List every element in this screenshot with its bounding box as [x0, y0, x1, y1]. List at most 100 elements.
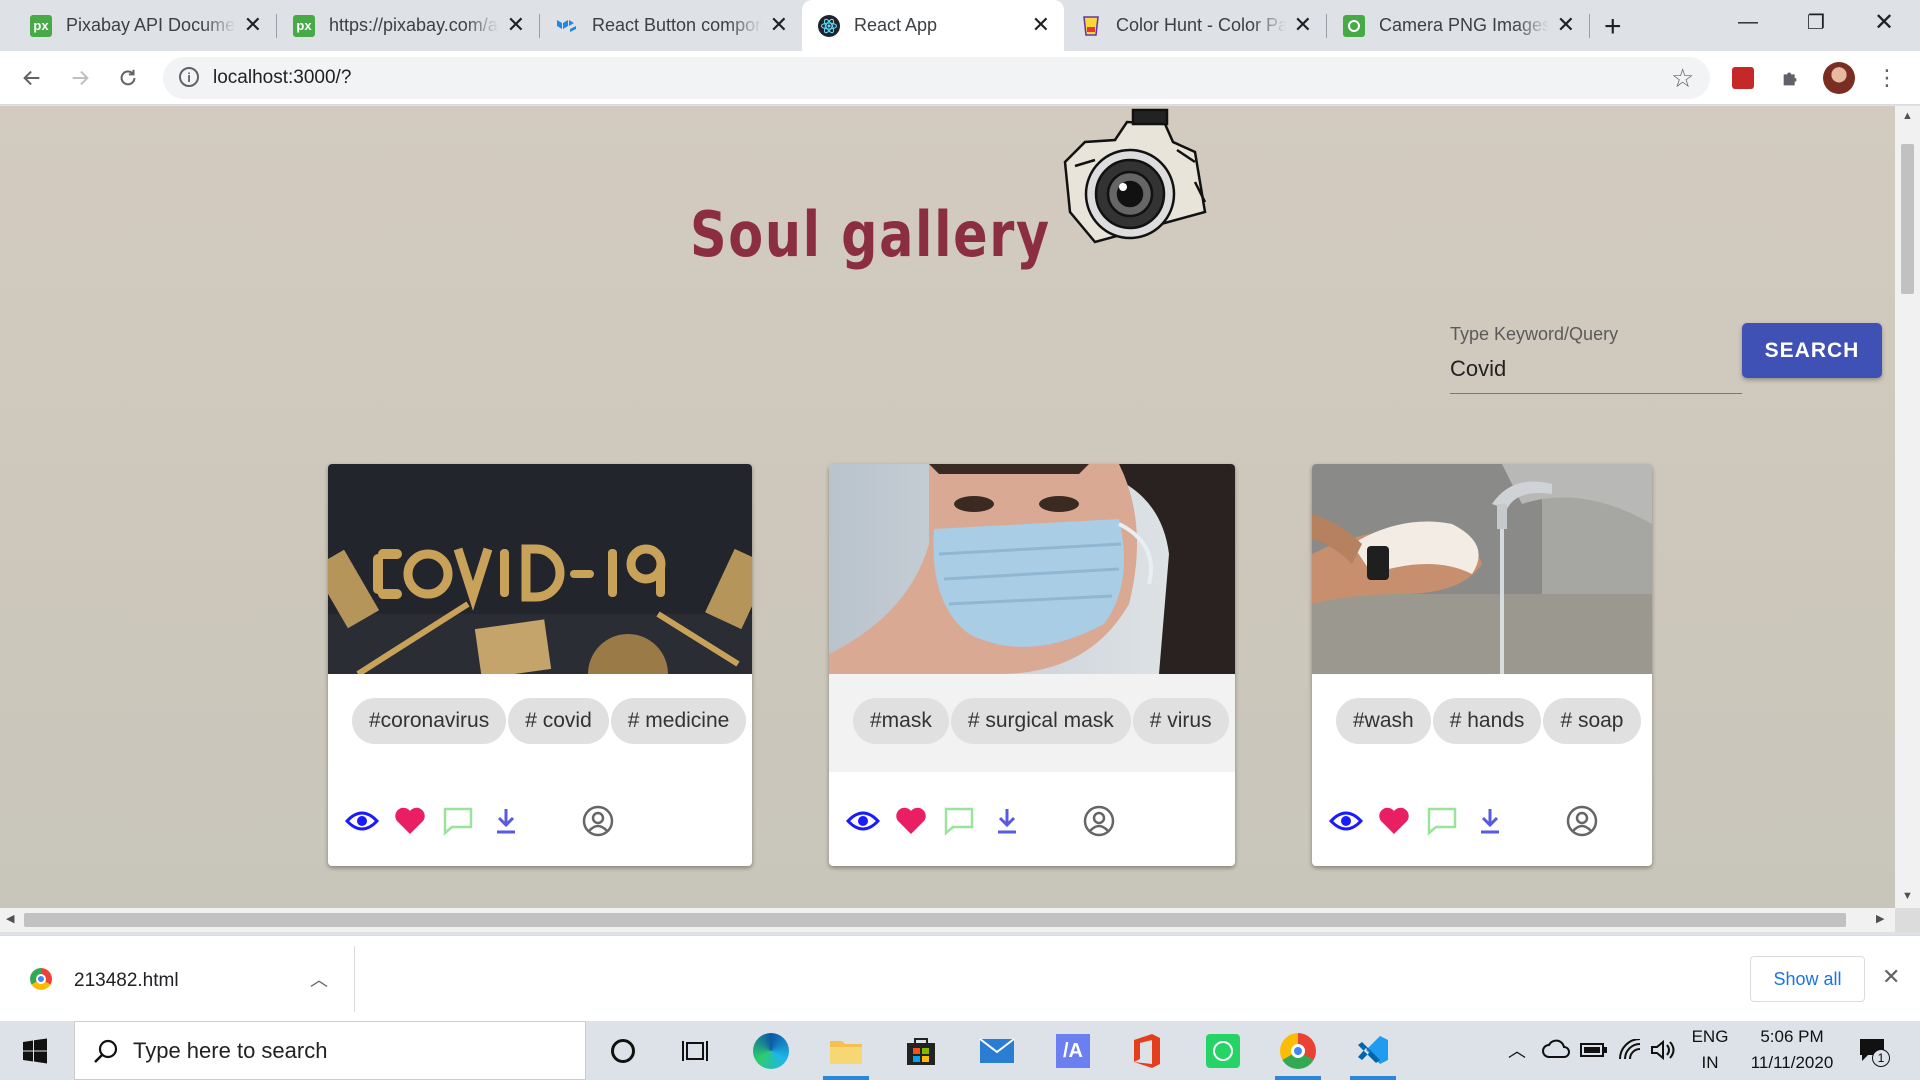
- back-icon[interactable]: [13, 59, 51, 97]
- tab-camera-png[interactable]: Camera PNG Images ✕: [1327, 0, 1589, 51]
- taskbar-search-box[interactable]: Type here to search: [74, 1021, 586, 1080]
- address-bar[interactable]: i localhost:3000/? ☆: [163, 57, 1710, 99]
- close-download-bar-icon[interactable]: ✕: [1882, 964, 1900, 990]
- cortana-icon[interactable]: [602, 1030, 644, 1072]
- onedrive-cloud-icon[interactable]: [1542, 1039, 1570, 1064]
- url-text[interactable]: localhost:3000/?: [213, 67, 351, 89]
- wifi-icon[interactable]: [1618, 1038, 1642, 1066]
- tab-title: Pixabay API Documentation: [66, 15, 236, 35]
- tag-chip[interactable]: #mask: [853, 698, 949, 744]
- tag-chip[interactable]: #wash: [1336, 698, 1431, 744]
- tag-list: #coronavirus # covid # medicine: [328, 674, 752, 772]
- notification-icon[interactable]: 1: [1858, 1037, 1890, 1068]
- minimize-icon[interactable]: —: [1714, 0, 1782, 44]
- windows-start-icon[interactable]: [14, 1030, 56, 1072]
- search-icon: [94, 1039, 118, 1063]
- close-tab-icon[interactable]: ✕: [770, 14, 788, 36]
- edge-icon[interactable]: [750, 1030, 792, 1072]
- scroll-up-arrow-icon[interactable]: ▲: [1902, 110, 1913, 122]
- download-file-name[interactable]: 213482.html: [74, 970, 179, 992]
- extensions-puzzle-icon[interactable]: [1772, 59, 1810, 97]
- vscode-icon[interactable]: [1352, 1030, 1394, 1072]
- tab-title: React App: [854, 15, 938, 35]
- forward-icon[interactable]: [61, 59, 99, 97]
- tab-react-button[interactable]: React Button component ✕: [540, 0, 802, 51]
- download-bar: 213482.html ︿ Show all ✕: [0, 935, 1920, 1021]
- eye-icon[interactable]: [1324, 799, 1368, 843]
- chevron-up-icon[interactable]: ︿: [1508, 1037, 1526, 1063]
- download-icon[interactable]: [1468, 799, 1512, 843]
- search-input[interactable]: [1450, 356, 1740, 382]
- whatsapp-icon[interactable]: [1202, 1030, 1244, 1072]
- power-automate-icon[interactable]: /A: [1052, 1030, 1094, 1072]
- bookmark-star-icon[interactable]: ☆: [1671, 63, 1694, 94]
- scroll-right-arrow-icon[interactable]: ▶: [1876, 912, 1884, 925]
- new-tab-icon[interactable]: +: [1604, 10, 1622, 44]
- eye-icon[interactable]: [841, 799, 885, 843]
- windows-taskbar: Type here to search /A ︿ ENG IN 5:06 PM …: [0, 1021, 1920, 1080]
- mail-icon[interactable]: [976, 1030, 1018, 1072]
- close-window-icon[interactable]: ✕: [1850, 0, 1918, 44]
- chevron-up-icon[interactable]: ︿: [310, 966, 328, 992]
- comment-icon[interactable]: [436, 799, 480, 843]
- vertical-scroll-thumb[interactable]: [1901, 144, 1914, 294]
- scroll-left-arrow-icon[interactable]: ◀: [6, 912, 14, 925]
- tab-react-app[interactable]: React App ✕: [802, 0, 1064, 51]
- store-icon[interactable]: [900, 1030, 942, 1072]
- tag-chip[interactable]: # soap: [1543, 698, 1641, 744]
- comment-icon[interactable]: [1420, 799, 1464, 843]
- menu-kebab-icon[interactable]: ⋮: [1868, 59, 1906, 97]
- chrome-file-icon: [30, 968, 52, 990]
- tag-chip[interactable]: # covid: [508, 698, 609, 744]
- heart-icon[interactable]: [1372, 799, 1416, 843]
- heart-icon[interactable]: [388, 799, 432, 843]
- battery-icon[interactable]: [1580, 1041, 1608, 1064]
- language-indicator[interactable]: ENG IN: [1690, 1027, 1730, 1073]
- comment-icon[interactable]: [937, 799, 981, 843]
- tab-title: Color Hunt - Color Palettes: [1116, 15, 1286, 35]
- mask-image[interactable]: [829, 464, 1235, 674]
- user-circle-icon[interactable]: [1077, 799, 1121, 843]
- search-button[interactable]: SEARCH: [1742, 323, 1882, 378]
- covid-image[interactable]: [328, 464, 752, 674]
- extension-red-icon[interactable]: [1724, 59, 1762, 97]
- handwash-image[interactable]: [1312, 464, 1652, 674]
- clock[interactable]: 5:06 PM 11/11/2020: [1742, 1027, 1842, 1073]
- download-icon[interactable]: [985, 799, 1029, 843]
- tag-list: #wash # hands # soap: [1312, 674, 1652, 772]
- show-all-button[interactable]: Show all: [1750, 956, 1865, 1002]
- tab-color-hunt[interactable]: Color Hunt - Color Palettes ✕: [1064, 0, 1326, 51]
- language-code: ENG: [1691, 1027, 1729, 1046]
- close-tab-icon[interactable]: ✕: [507, 14, 525, 36]
- heart-icon[interactable]: [889, 799, 933, 843]
- restore-icon[interactable]: ❐: [1782, 0, 1850, 44]
- tag-chip[interactable]: # medicine: [610, 698, 747, 744]
- eye-icon[interactable]: [340, 799, 384, 843]
- tag-chip[interactable]: #coronavirus: [352, 698, 507, 744]
- volume-icon[interactable]: [1650, 1039, 1676, 1066]
- scroll-down-arrow-icon[interactable]: ▼: [1902, 890, 1913, 902]
- profile-avatar[interactable]: [1820, 59, 1858, 97]
- close-tab-icon[interactable]: ✕: [1032, 14, 1050, 36]
- file-explorer-icon[interactable]: [825, 1030, 867, 1072]
- chrome-icon[interactable]: [1277, 1030, 1319, 1072]
- user-circle-icon[interactable]: [1560, 799, 1604, 843]
- reload-icon[interactable]: [109, 59, 147, 97]
- office-icon[interactable]: [1126, 1030, 1168, 1072]
- task-view-icon[interactable]: [674, 1030, 716, 1072]
- vertical-scrollbar[interactable]: ▲ ▼: [1895, 106, 1920, 908]
- close-tab-icon[interactable]: ✕: [1557, 14, 1575, 36]
- horizontal-scroll-thumb[interactable]: [24, 913, 1846, 927]
- pixabay-icon: px: [30, 14, 52, 37]
- download-icon[interactable]: [484, 799, 528, 843]
- tag-chip[interactable]: # hands: [1432, 698, 1542, 744]
- close-tab-icon[interactable]: ✕: [244, 14, 262, 36]
- close-tab-icon[interactable]: ✕: [1294, 14, 1312, 36]
- user-circle-icon[interactable]: [576, 799, 620, 843]
- tab-pixabay-docs[interactable]: px Pixabay API Documentation ✕: [14, 0, 276, 51]
- tag-chip[interactable]: # surgical mask: [950, 698, 1131, 744]
- info-icon[interactable]: i: [179, 67, 199, 87]
- horizontal-scrollbar[interactable]: ◀ ▶: [0, 908, 1895, 932]
- tab-pixabay-api[interactable]: px https://pixabay.com/api/ ✕: [277, 0, 539, 51]
- tag-chip[interactable]: # virus: [1132, 698, 1229, 744]
